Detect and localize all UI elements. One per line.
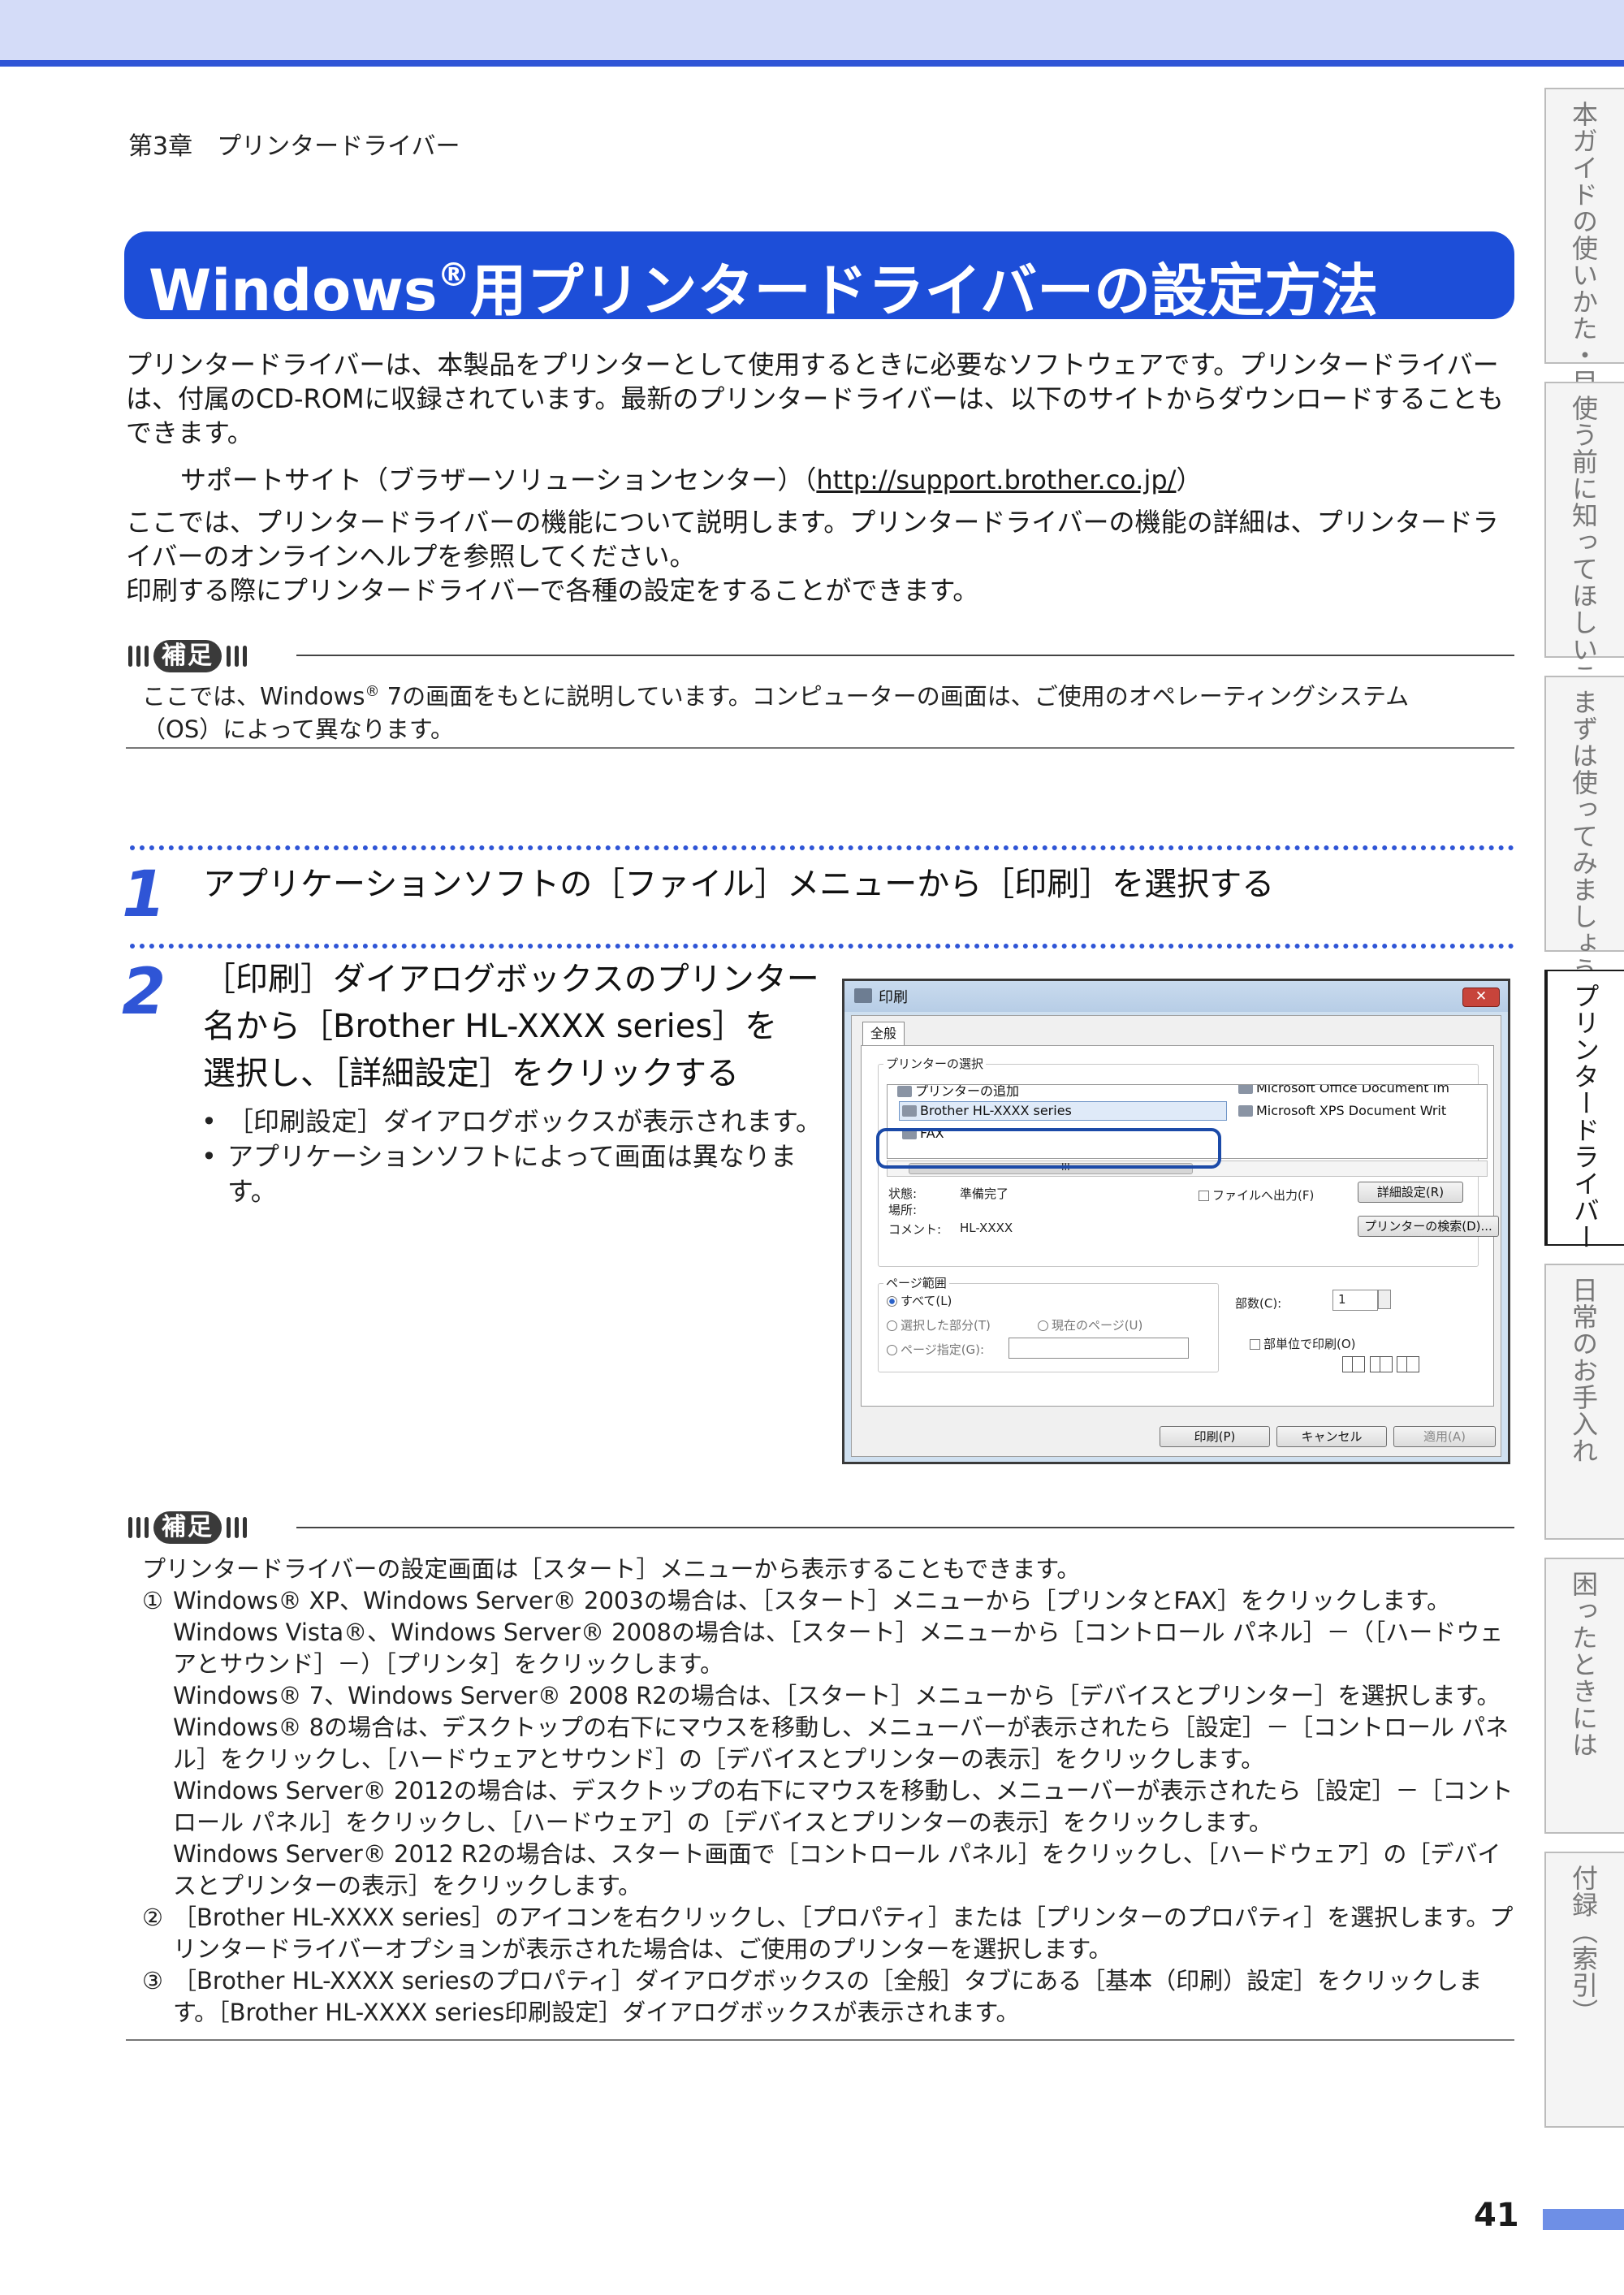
location-label: 場所: xyxy=(888,1203,918,1217)
step-1-text: アプリケーションソフトの［ファイル］メニューから［印刷］を選択する xyxy=(203,866,1275,903)
range-all-radio[interactable]: すべて(L) xyxy=(887,1292,952,1309)
print-dialog-screenshot: 印刷 ✕ 全般 プリンターの選択 プリンターの追加 Brother HL-XXX… xyxy=(842,979,1510,1464)
status-value: 準備完了 xyxy=(960,1186,1009,1201)
printer-item-xps[interactable]: Microsoft XPS Document Writ xyxy=(1238,1103,1446,1118)
copies-stepper[interactable] xyxy=(1378,1290,1391,1309)
page-range-label: ページ範囲 xyxy=(883,1274,949,1291)
cancel-button[interactable]: キャンセル xyxy=(1276,1426,1387,1447)
page-number: 41 xyxy=(1474,2197,1519,2234)
step-2-bullet-2: アプリケーションソフトによって画面は異なります。 xyxy=(201,1139,835,1209)
sidebar-tab-printer-driver[interactable]: プリンタードライバー xyxy=(1544,970,1624,1251)
support-site-line: サポートサイト（ブラザーソリューションセンター）（http://support.… xyxy=(180,465,1203,495)
step-2-dotted-rule xyxy=(130,944,1514,949)
dialog-titlebar: 印刷 ✕ xyxy=(844,981,1508,1012)
printer-item-add[interactable]: プリンターの追加 xyxy=(897,1085,1019,1100)
range-pages-radio[interactable]: ページ指定(G): xyxy=(887,1341,984,1358)
note-2-body: プリンタードライバーの設定画面は［スタート］メニューから表示することもできます。… xyxy=(142,1554,1518,2029)
sidebar-tab-guide[interactable]: 本ガイドの使いかた・目次 xyxy=(1544,88,1624,422)
dialog-panel: プリンターの選択 プリンターの追加 Brother HL-XXXX series… xyxy=(861,1045,1499,1407)
print-button[interactable]: 印刷(P) xyxy=(1160,1426,1270,1447)
header-rule xyxy=(0,60,1624,67)
step-1-number: 1 xyxy=(122,858,166,931)
note-2-rule xyxy=(296,1527,1514,1528)
sidebar-tab-getting-started[interactable]: まずは使ってみましょう xyxy=(1544,676,1624,983)
detail-settings-button[interactable]: 詳細設定(R) xyxy=(1358,1182,1463,1203)
page-title: Windows®用プリンタードライバーの設定方法 xyxy=(149,257,1379,324)
printer-icon xyxy=(1238,1085,1253,1094)
range-pages-input[interactable] xyxy=(1009,1338,1189,1359)
support-url-link[interactable]: http://support.brother.co.jp/ xyxy=(816,465,1176,495)
step-2-number: 2 xyxy=(122,956,166,1029)
collate-checkbox[interactable]: 部単位で印刷(O) xyxy=(1250,1335,1356,1352)
step-1-dotted-rule xyxy=(130,845,1514,850)
printer-icon xyxy=(1238,1105,1253,1117)
copies-label: 部数(C): xyxy=(1235,1296,1282,1311)
close-icon[interactable]: ✕ xyxy=(1462,988,1500,1007)
dialog-title: 印刷 xyxy=(879,989,908,1006)
step-2-bullets: ［印刷設定］ダイアログボックスが表示されます。 アプリケーションソフトによって画… xyxy=(201,1104,835,1209)
note-2-end-rule xyxy=(126,2039,1514,2041)
note-1-badge: 補足 xyxy=(153,640,222,672)
add-printer-icon xyxy=(897,1086,912,1097)
page-number-mark xyxy=(1543,2209,1624,2230)
note-1-rule xyxy=(296,655,1514,656)
copies-input[interactable]: 1 xyxy=(1332,1290,1378,1311)
apply-button[interactable]: 適用(A) xyxy=(1393,1426,1496,1447)
sidebar-tab-troubleshooting[interactable]: 困ったときには xyxy=(1544,1558,1624,1834)
page-range-group: ページ範囲 すべて(L) 選択した部分(T) 現在のページ(U) ページ指定(G… xyxy=(878,1274,1219,1372)
tab-general[interactable]: 全般 xyxy=(862,1022,905,1046)
find-printer-button[interactable]: プリンターの検索(D)... xyxy=(1358,1216,1499,1237)
note-2-intro: プリンタードライバーの設定画面は［スタート］メニューから表示することもできます。 xyxy=(142,1555,1081,1583)
note-2-item-2: ② ［Brother HL-XXXX series］のアイコンを右クリックし、［プ… xyxy=(142,1904,1514,1963)
sidebar-tab-maintenance[interactable]: 日常のお手入れ xyxy=(1544,1264,1624,1540)
sidebar-tab-appendix[interactable]: 付録（索引） xyxy=(1544,1852,1624,2128)
note-1-end-rule xyxy=(126,747,1514,749)
note-1-body: ここでは、Windows® 7の画面をもとに説明しています。コンピューターの画面… xyxy=(142,682,1410,743)
page-title-bar: Windows®用プリンタードライバーの設定方法 xyxy=(124,231,1514,324)
step-2-text: ［印刷］ダイアログボックスのプリンター 名から［Brother HL-XXXX … xyxy=(203,961,819,1092)
printer-select-label: プリンターの選択 xyxy=(883,1055,987,1072)
note-2-heading: 補足 xyxy=(128,1509,247,1546)
step-2-bullet-1: ［印刷設定］ダイアログボックスが表示されます。 xyxy=(201,1104,835,1139)
copies-value: 1 xyxy=(1338,1292,1346,1307)
range-current-radio[interactable]: 現在のページ(U) xyxy=(1038,1316,1142,1333)
intro-paragraph-2: ここでは、プリンタードライバーの機能について説明します。プリンタードライバーの機… xyxy=(126,507,1499,606)
note-1-heading: 補足 xyxy=(128,638,247,675)
comment-label: コメント: xyxy=(888,1222,942,1237)
note-2-item-1: ① Windows® XP、Windows Server® 2003の場合は、［ス… xyxy=(142,1587,1514,1900)
printer-item-office[interactable]: Microsoft Office Document Im xyxy=(1238,1085,1449,1096)
note-2-badge: 補足 xyxy=(153,1511,222,1544)
printer-icon xyxy=(902,1105,917,1117)
comment-value: HL-XXXX xyxy=(960,1221,1013,1235)
printer-item-brother[interactable]: Brother HL-XXXX series xyxy=(902,1103,1072,1118)
print-to-file-checkbox[interactable]: ファイルへ出力(F) xyxy=(1199,1186,1314,1204)
status-label: 状態: xyxy=(888,1186,918,1201)
intro-paragraph-1: プリンタードライバーは、本製品をプリンターとして使用するときに必要なソフトウェア… xyxy=(126,349,1504,448)
range-selection-radio[interactable]: 選択した部分(T) xyxy=(887,1316,991,1333)
note-2-item-3: ③ ［Brother HL-XXXX seriesのプロパティ］ダイアログボックス… xyxy=(142,1967,1483,2026)
printer-icon xyxy=(854,988,872,1003)
brother-printer-highlight-ring xyxy=(876,1128,1221,1169)
collate-pages-icon xyxy=(1342,1356,1420,1376)
header-band xyxy=(0,0,1624,63)
chapter-label: 第3章 プリンタードライバー xyxy=(128,132,460,161)
sidebar-tab-before-use[interactable]: 使う前に知ってほしいこと xyxy=(1544,382,1624,716)
